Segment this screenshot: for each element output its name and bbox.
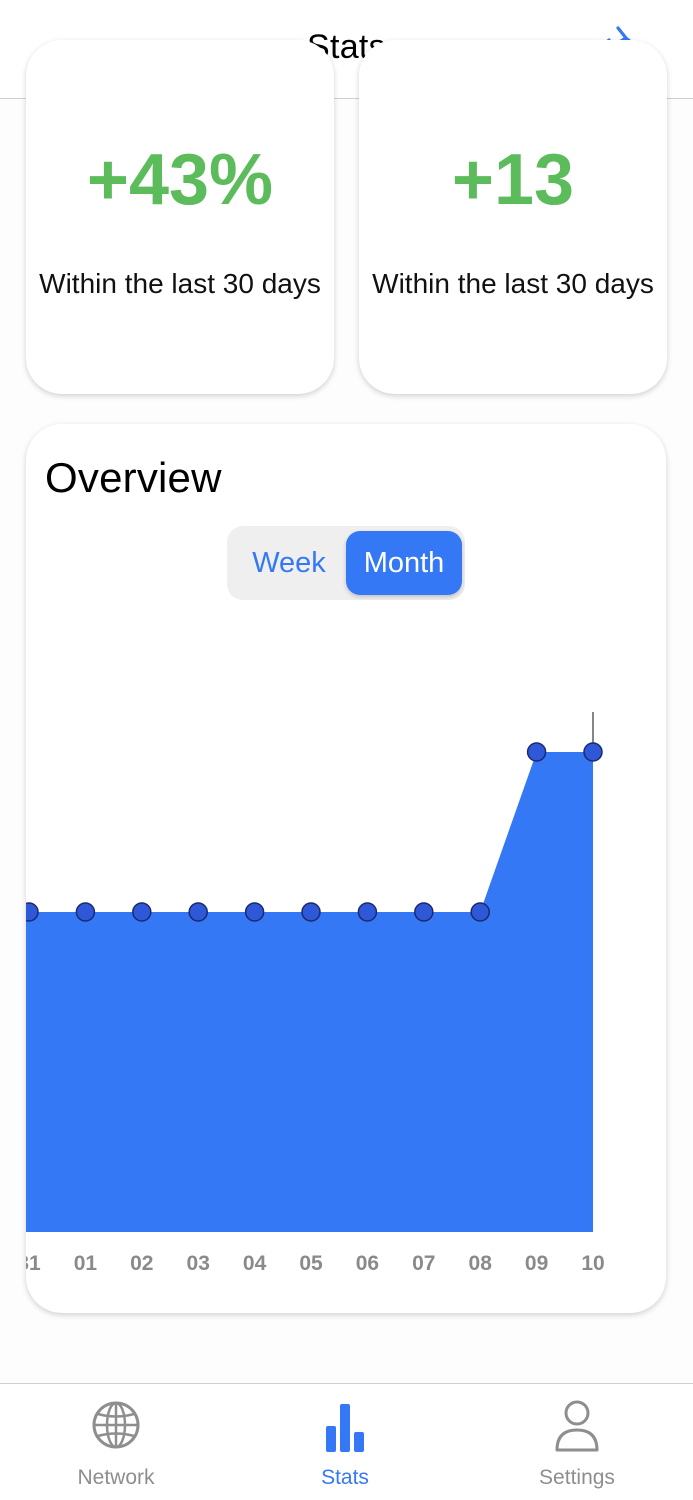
tab-label: Stats [321,1466,369,1489]
tab-network[interactable]: Network [36,1384,196,1500]
overview-title: Overview [45,454,222,501]
overview-card: Overview Week Month [26,424,666,1313]
tab-bar: Network Stats Settings [0,1383,693,1500]
tab-label: Network [77,1466,155,1489]
stat-value: +43% [86,140,274,220]
tab-stats[interactable]: Stats [265,1384,425,1500]
segment-month[interactable]: Month [346,531,462,595]
stat-caption: Within the last 30 days [372,268,654,299]
period-segmented-control[interactable]: Week Month [227,526,465,600]
tab-label: Settings [539,1466,615,1489]
person-icon [555,1400,599,1452]
globe-icon [92,1401,140,1449]
tab-settings[interactable]: Settings [497,1384,657,1500]
stat-card-count: +13 Within the last 30 days [359,40,667,394]
stat-value: +13 [451,140,575,220]
segment-week[interactable]: Week [231,531,347,595]
stat-caption: Within the last 30 days [39,268,321,299]
bar-chart-icon [326,1404,364,1452]
stat-card-percent: +43% Within the last 30 days [26,40,334,394]
